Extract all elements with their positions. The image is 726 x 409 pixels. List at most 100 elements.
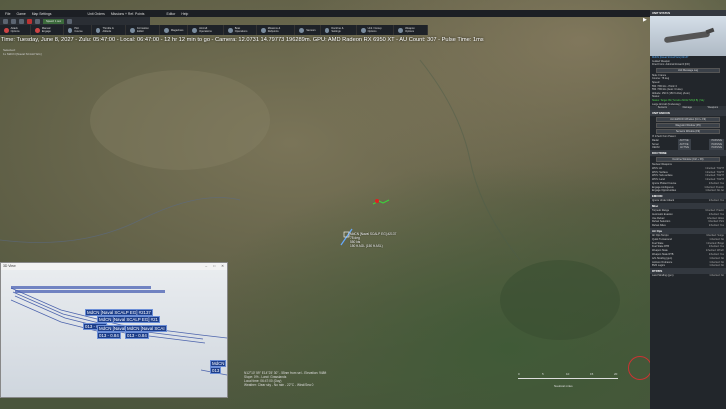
view-3d-label[interactable]: MdCN [Naval SCAI xyxy=(125,325,167,332)
command-label: Plot Course xyxy=(74,27,83,33)
menu-editor[interactable]: Editor xyxy=(166,12,175,16)
scale-tick: 5 xyxy=(542,372,544,376)
maximize-icon[interactable]: □ xyxy=(213,263,215,270)
command-button[interactable]: Plot Course xyxy=(64,25,92,35)
time-status-line: Time: Tuesday, June 8, 2027 - Zulu: 05:4… xyxy=(1,37,484,43)
gear-icon[interactable] xyxy=(67,18,73,24)
tab-weapons[interactable]: Weapons xyxy=(708,106,719,110)
command-icon xyxy=(95,27,101,33)
doctrine-row-value[interactable]: Inherited: No xyxy=(710,274,724,278)
waypoint-window-button[interactable]: Waypoint Window (F5) xyxy=(656,123,720,129)
command-button[interactable]: Magazines xyxy=(160,25,189,35)
command-icon xyxy=(192,27,198,33)
scale-tick: 20 xyxy=(614,372,618,376)
unit-map-label[interactable]: MdCN [Naval SCALP EG] #2137 78 deg 550 k… xyxy=(350,232,396,248)
map-cursor-info: N12°10' 59" E14°25' 30" - 55nm from sel … xyxy=(244,371,326,387)
doctrine-row-value[interactable]: Inherited: Yes xyxy=(709,199,724,203)
command-icon xyxy=(324,27,330,33)
command-icon xyxy=(360,27,366,33)
inherit-label: Inherit from Parent xyxy=(654,135,676,139)
map-scale: 0 5 10 15 20 Nautical miles xyxy=(518,372,628,390)
minimize-icon[interactable]: – xyxy=(205,263,207,270)
view-3d-label[interactable]: MdCN [Naval SCALP EG] #21 xyxy=(97,316,160,323)
doctrine-window-button[interactable]: Doctrine Window (Ctrl + F9) xyxy=(656,157,720,163)
cursor-weather: Weather: Clear sky - No rain - 22°C - Wi… xyxy=(244,383,314,387)
command-icon xyxy=(163,27,169,33)
view-3d-label[interactable]: 013 xyxy=(210,367,222,374)
emcon-passive-button[interactable]: PASSIVE xyxy=(709,146,724,151)
menu-help[interactable]: Help xyxy=(181,12,188,16)
command-button[interactable]: Attack Options xyxy=(0,25,32,35)
play-icon[interactable] xyxy=(19,18,24,24)
command-button[interactable]: Weapon Options xyxy=(394,25,428,35)
target-marker-icon[interactable] xyxy=(375,199,379,203)
command-icon xyxy=(261,27,266,33)
unit-tabs: Sensors Damage Weapons xyxy=(650,106,726,111)
view-3d-label[interactable]: 013 - 0.84 xyxy=(97,332,121,339)
menu-missions[interactable]: Missions + Ref. Points xyxy=(111,12,145,16)
view-3d-label[interactable]: 013 - 0.84 xyxy=(125,332,149,339)
doctrine-row-label: BVR Logics xyxy=(652,264,666,268)
step-icon[interactable] xyxy=(11,18,16,24)
command-label: Formation Editor xyxy=(137,27,149,33)
clock-icon[interactable] xyxy=(3,18,8,24)
command-label: Magazines xyxy=(170,28,184,32)
command-button[interactable]: Unit / Group Options xyxy=(357,25,395,35)
tab-damage[interactable]: Damage xyxy=(683,106,692,110)
compass-icon[interactable] xyxy=(628,356,652,380)
doctrine-row-value[interactable]: Inherited: Yes xyxy=(709,224,724,228)
command-label: Boat Operations xyxy=(234,27,248,33)
command-button[interactable]: Throttle & Altitude xyxy=(92,25,127,35)
scale-tick: 0 xyxy=(518,372,520,376)
menu-bar: File Game Map Settings Unit Orders Missi… xyxy=(0,10,650,17)
command-button[interactable]: Formation Editor xyxy=(126,25,160,35)
scale-tick: 15 xyxy=(590,372,594,376)
command-label: Missions & Refpoints xyxy=(267,27,281,33)
doctrine-row-label: Land Strafing (gun) xyxy=(652,274,674,278)
command-button[interactable]: Manual Engage xyxy=(31,25,64,35)
command-button[interactable]: Boat Operations xyxy=(224,25,258,35)
menu-game[interactable]: Game xyxy=(16,12,25,16)
command-label: Aircraft Operations xyxy=(199,27,212,33)
unit-emcon-header[interactable]: UNIT EMCON xyxy=(650,110,726,117)
command-button[interactable]: Sensors xyxy=(295,25,321,35)
view-3d-label[interactable]: MdCN [Naval SCALP EG] #2137 xyxy=(85,309,153,316)
view-3d-title: 3D View xyxy=(3,264,16,268)
tab-sensors[interactable]: Sensors xyxy=(658,106,667,110)
unit-status-panel: UNIT STATUS MdCN [Naval SCALP EG] #2137 … xyxy=(650,10,726,409)
menu-map-settings[interactable]: Map Settings xyxy=(32,12,52,16)
view-3d-label[interactable]: MdCN xyxy=(210,360,227,367)
command-icon xyxy=(299,27,305,33)
view-3d-titlebar[interactable]: 3D View – □ ✕ xyxy=(1,263,227,270)
pause-icon[interactable] xyxy=(35,18,40,24)
unit-fired-from: Fired From: Admiral Ronarch [FD] xyxy=(652,63,690,67)
close-icon[interactable]: ✕ xyxy=(221,263,224,270)
selected-unit[interactable]: 1x MdCN [Naval SCALP EG] xyxy=(3,52,41,56)
command-icon xyxy=(35,27,40,33)
command-bar: Attack Options Manual Engage Plot Course Th… xyxy=(0,25,428,35)
doctrine-row[interactable]: Land Strafing (gun) Inherited: No xyxy=(650,274,726,278)
view-3d-window[interactable]: 3D View – □ ✕ MdCN [Naval SCALP EG] #213… xyxy=(0,262,228,398)
menu-unit-orders[interactable]: Unit Orders xyxy=(88,12,105,16)
emcon-active-button[interactable]: ACTIVE xyxy=(677,146,691,151)
sim-toolbar: Speed: 1 sec xyxy=(0,17,150,25)
doctrine-header[interactable]: DOCTRINE xyxy=(650,150,726,157)
doctrine-row-value[interactable]: Inherited: No Jet xyxy=(706,189,724,193)
view-3d-canvas[interactable]: MdCN [Naval SCALP EG] #2137 MdCN [Naval … xyxy=(1,270,227,397)
menu-file[interactable]: File xyxy=(5,12,10,16)
sensors-window-button[interactable]: Sensors Window (F9) xyxy=(656,129,720,135)
emcon-window-button[interactable]: Unit EMCON Window (Ctrl + F9) xyxy=(656,117,720,123)
stop-icon[interactable] xyxy=(27,18,32,24)
command-button[interactable]: Aircraft Operations xyxy=(188,25,225,35)
command-label: Weapon Options xyxy=(405,27,415,33)
time-compression-select[interactable]: Speed: 1 sec xyxy=(43,18,65,24)
message-log-button[interactable]: Unit Message Log xyxy=(656,67,720,73)
command-button[interactable]: Missions & Refpoints xyxy=(257,25,296,35)
doctrine-row-value[interactable]: Inherited: No xyxy=(710,264,724,268)
scale-tick: 10 xyxy=(566,372,570,376)
command-label: Attack Options xyxy=(10,27,20,33)
selection-info: Selected: 1x MdCN [Naval SCALP EG] xyxy=(3,48,41,56)
command-button[interactable]: Doctrine & Settings xyxy=(321,25,357,35)
panel-arrow-icon[interactable]: ▶ xyxy=(643,17,647,23)
command-label: Doctrine & Settings xyxy=(331,27,344,33)
